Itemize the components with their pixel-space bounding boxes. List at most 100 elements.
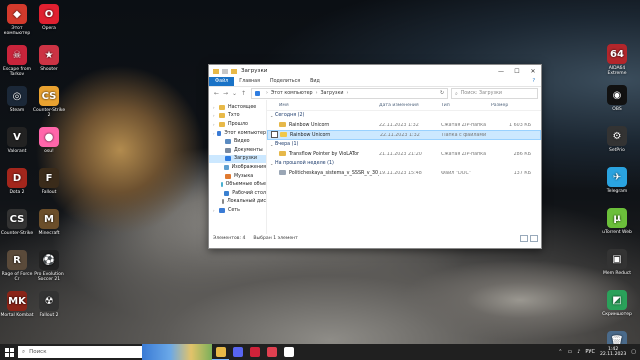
group-header[interactable]: ⌄ На прошлой неделе (1)	[267, 159, 541, 168]
nav-item-label: Музыка	[234, 173, 254, 179]
maximize-button[interactable]: ☐	[509, 68, 525, 75]
desktop-icon[interactable]: F Fallout	[32, 168, 66, 195]
tab-home[interactable]: Главная	[234, 79, 265, 84]
taskbar-app-app-red[interactable]	[263, 345, 280, 359]
desktop-icon[interactable]: D Dota 2	[0, 168, 34, 195]
history-chevron-icon[interactable]: ⌄	[230, 90, 239, 97]
nav-item[interactable]: Видео	[209, 137, 266, 146]
file-type: Сжатая ZIP-папка	[441, 151, 487, 157]
nav-item[interactable]: Музыка	[209, 172, 266, 181]
notifications-icon[interactable]: ▢	[631, 349, 636, 355]
column-name[interactable]: Имя	[277, 103, 379, 108]
large-icons-view-icon[interactable]	[530, 235, 538, 242]
refresh-icon[interactable]: ↻	[440, 91, 447, 96]
desktop-icon[interactable]: ▣ Mem Reduct	[600, 249, 634, 276]
file-row[interactable]: Transflow Pointer by VioLATor 21.11.2023 …	[267, 149, 541, 159]
desktop-icon[interactable]: ⚽ Pro Evolution Soccer 21	[32, 250, 66, 282]
details-view-icon[interactable]	[520, 235, 528, 242]
row-checkbox[interactable]	[271, 130, 278, 138]
file-name-cell: Rainbow Unicorn	[277, 122, 379, 128]
desktop-icon[interactable]: CS Counter-Strike 2	[32, 86, 66, 118]
explorer-window[interactable]: Загрузки — ☐ ✕ Файл Главная Поделиться В…	[208, 64, 542, 249]
new-folder-icon[interactable]	[231, 68, 237, 74]
nav-item[interactable]: › Прошло	[209, 120, 266, 129]
nav-item[interactable]: › Сеть	[209, 206, 266, 215]
desktop-icon[interactable]: ◆ Этот компьютер	[0, 4, 34, 36]
network-icon[interactable]: ▭	[567, 349, 572, 355]
desktop-icon-label: uTorrent Web	[602, 230, 632, 235]
desktop-icon-label: Escape from Tarkov	[3, 67, 31, 77]
desktop-icon[interactable]: µ uTorrent Web	[600, 208, 634, 235]
nav-folder-icon	[219, 121, 225, 127]
taskbar-app-discord[interactable]	[229, 345, 246, 359]
column-date[interactable]: Дата изменения	[379, 103, 441, 108]
desktop-icon[interactable]: R Rage of Force Cr	[0, 250, 34, 282]
tab-view[interactable]: Вид	[305, 79, 325, 84]
title-bar[interactable]: Загрузки — ☐ ✕	[209, 65, 541, 77]
desktop-icon[interactable]: ★ Shooter	[32, 45, 66, 72]
desktop-icon[interactable]: V Valorant	[0, 127, 34, 154]
selection-count: Выбран 1 элемент	[253, 236, 298, 241]
search-input[interactable]: ⌕ Поиск: Загрузки	[451, 88, 538, 99]
nav-item[interactable]: › Тхто	[209, 112, 266, 121]
app-icon: ▣	[607, 249, 627, 269]
desktop-icon[interactable]: CS Counter-Strike	[0, 209, 34, 236]
desktop-icon[interactable]: ◎ Steam	[0, 86, 34, 113]
tab-share[interactable]: Поделиться	[265, 79, 305, 84]
group-header[interactable]: ⌄ Сегодня (2)	[267, 111, 541, 120]
desktop-icon[interactable]: ☢ Fallout 2	[32, 291, 66, 318]
language-indicator[interactable]: РУС	[585, 349, 595, 355]
taskbar-app-app-white[interactable]	[280, 345, 297, 359]
group-header[interactable]: ⌄ Вчера (1)	[267, 140, 541, 149]
desktop-icon[interactable]: ● osu!	[32, 127, 66, 154]
file-date: 19.11.2023 15:48	[379, 170, 422, 176]
desktop-icon[interactable]: ◉ OBS	[600, 85, 634, 112]
file-row[interactable]: Politicheskaya_sistema_v_SSSR_v_30_m...1…	[267, 168, 541, 178]
minimize-button[interactable]: —	[493, 68, 509, 75]
up-arrow-icon[interactable]: ↑	[239, 90, 248, 97]
nav-item[interactable]: Рабочий стол	[209, 189, 266, 198]
breadcrumb-root[interactable]: Этот компьютер	[271, 91, 313, 96]
desktop-icon[interactable]: ⚙ SetPrio	[600, 126, 634, 153]
close-button[interactable]: ✕	[525, 68, 541, 75]
desktop-icon[interactable]: MK Mortal Kombat	[0, 291, 34, 318]
desktop-icon-label: Этот компьютер	[3, 26, 31, 36]
desktop-icon[interactable]: M Minecraft	[32, 209, 66, 236]
taskbar-search[interactable]: ⌕ Поиск	[18, 346, 142, 358]
column-type[interactable]: Тип	[441, 103, 491, 108]
desktop-icon[interactable]: ✈ Telegram	[600, 167, 634, 194]
file-row[interactable]: Rainbow Unicorn 22.11.2023 1:32 Папка с фа…	[267, 130, 541, 140]
nav-item-label: Тхто	[228, 113, 240, 119]
file-row[interactable]: Rainbow Unicorn 22.11.2023 1:32 Сжатая ZIP…	[267, 120, 541, 130]
nav-item[interactable]: Изображения	[209, 163, 266, 172]
start-button[interactable]	[0, 347, 18, 357]
clock[interactable]: 1:42 22.11.2023	[600, 347, 626, 358]
taskbar-app-recorder[interactable]	[246, 345, 263, 359]
address-field[interactable]: › Этот компьютер › Загрузки › ↻	[251, 88, 448, 99]
nav-item[interactable]: Загрузки	[209, 154, 266, 164]
desktop-icon-label: Valorant	[7, 149, 27, 154]
nav-item[interactable]: › Настоящее	[209, 103, 266, 112]
nav-item[interactable]: Локальный дис	[209, 198, 266, 207]
forward-arrow-icon[interactable]: →	[221, 90, 230, 97]
search-highlight-banner[interactable]	[142, 344, 212, 360]
desktop-icon[interactable]: ◩ Скриншотер	[600, 290, 634, 317]
nav-item[interactable]: Документы	[209, 146, 266, 155]
properties-icon[interactable]	[222, 68, 228, 74]
help-icon[interactable]: ?	[527, 79, 541, 84]
desktop-icon-label: Fallout 2	[39, 313, 59, 318]
desktop-icon[interactable]: ☠ Escape from Tarkov	[0, 45, 34, 77]
nav-item[interactable]: Объемные объе	[209, 180, 266, 189]
column-size[interactable]: Размер	[491, 103, 531, 108]
folder-icon	[279, 122, 286, 127]
desktop-icon[interactable]: 64 AIDA64 Extreme	[600, 44, 634, 76]
file-date: 22.11.2023 1:32	[380, 132, 420, 138]
taskbar-app-explorer[interactable]	[212, 345, 229, 360]
breadcrumb-folder[interactable]: Загрузки	[320, 91, 343, 96]
nav-item[interactable]: › Этот компьютер	[209, 129, 266, 138]
volume-icon[interactable]: ♪	[577, 349, 580, 355]
back-arrow-icon[interactable]: ←	[212, 90, 221, 97]
tray-chevron-icon[interactable]: ⌃	[558, 349, 562, 355]
desktop-icon[interactable]: O Opera	[32, 4, 66, 31]
tab-file[interactable]: Файл	[209, 77, 235, 86]
